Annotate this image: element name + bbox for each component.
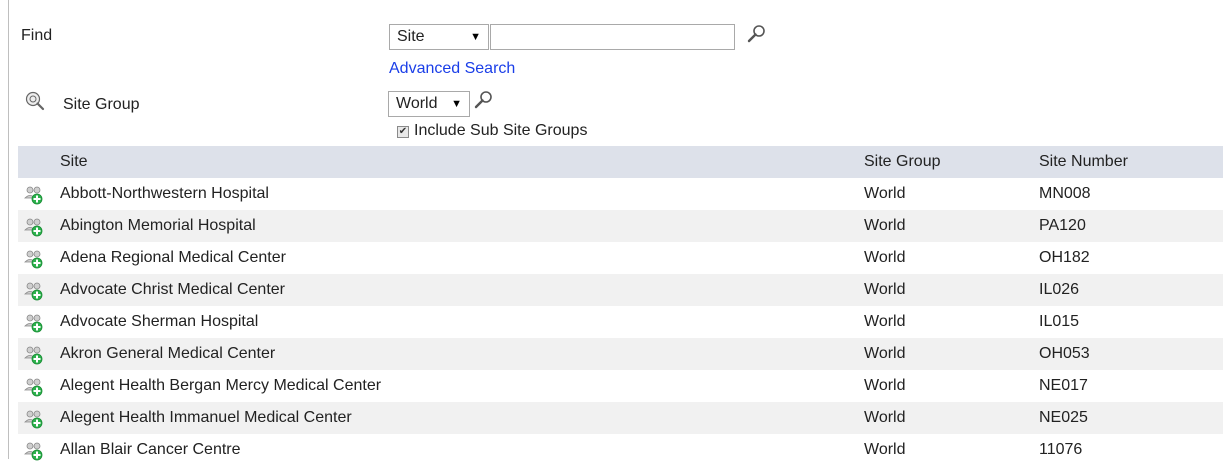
site-icon[interactable] <box>23 216 45 238</box>
site-group-cell: World <box>864 313 906 330</box>
site-number-cell: 11076 <box>1039 441 1083 458</box>
site-group-cell: World <box>864 377 906 394</box>
table-row[interactable]: Advocate Christ Medical Center World IL026 <box>18 274 1223 306</box>
header-site-group[interactable]: Site Group <box>864 146 940 178</box>
site-group-cell: World <box>864 217 906 234</box>
include-sub-label: Include Sub Site Groups <box>414 122 588 139</box>
left-divider <box>8 0 9 459</box>
site-name-cell[interactable]: Alegent Health Immanuel Medical Center <box>60 402 352 434</box>
advanced-search-link[interactable]: Advanced Search <box>389 60 515 77</box>
site-number-cell: IL015 <box>1039 313 1080 330</box>
site-group-search-icon[interactable] <box>472 89 494 111</box>
site-group-cell: World <box>864 409 906 426</box>
site-icon[interactable] <box>23 376 45 398</box>
site-group-icon[interactable] <box>24 90 46 112</box>
header-site-number[interactable]: Site Number <box>1039 146 1128 178</box>
site-group-cell: World <box>864 185 906 202</box>
site-name-cell[interactable]: Adena Regional Medical Center <box>60 242 286 274</box>
site-icon[interactable] <box>23 408 45 430</box>
table-row[interactable]: Allan Blair Cancer Centre World 11076 <box>18 434 1223 466</box>
site-name-cell[interactable]: Advocate Sherman Hospital <box>60 306 258 338</box>
site-number-cell: NE025 <box>1039 409 1088 426</box>
dropdown-arrow-icon: ▼ <box>451 98 462 110</box>
site-number-cell: OH053 <box>1039 345 1090 362</box>
site-number-cell: IL026 <box>1039 281 1080 298</box>
site-name-cell[interactable]: Abbott-Northwestern Hospital <box>60 178 269 210</box>
header-site[interactable]: Site <box>60 146 88 178</box>
table-row[interactable]: Akron General Medical Center World OH053 <box>18 338 1223 370</box>
table-row[interactable]: Abington Memorial Hospital World PA120 <box>18 210 1223 242</box>
table-row[interactable]: Adena Regional Medical Center World OH182 <box>18 242 1223 274</box>
site-number-cell: MN008 <box>1039 185 1091 202</box>
site-icon[interactable] <box>23 184 45 206</box>
table-row[interactable]: Advocate Sherman Hospital World IL015 <box>18 306 1223 338</box>
search-icon[interactable] <box>745 23 767 45</box>
table-body: Abbott-Northwestern Hospital World MN008 Ab… <box>18 178 1223 466</box>
site-group-select[interactable]: World ▼ <box>388 91 470 117</box>
search-input[interactable] <box>490 24 735 50</box>
site-group-label: Site Group <box>63 96 140 113</box>
table-row[interactable]: Alegent Health Bergan Mercy Medical Cent… <box>18 370 1223 402</box>
site-name-cell[interactable]: Abington Memorial Hospital <box>60 210 256 242</box>
site-icon[interactable] <box>23 280 45 302</box>
site-name-cell[interactable]: Allan Blair Cancer Centre <box>60 434 241 466</box>
sites-table: Site Site Group Site Number Abbott-North… <box>18 146 1223 466</box>
search-type-select[interactable]: Site ▼ <box>389 24 489 50</box>
find-label: Find <box>21 27 53 44</box>
search-type-value: Site <box>397 28 425 45</box>
table-header: Site Site Group Site Number <box>18 146 1223 178</box>
site-name-cell[interactable]: Alegent Health Bergan Mercy Medical Cent… <box>60 370 381 402</box>
site-group-value: World <box>396 95 438 112</box>
site-group-cell: World <box>864 281 906 298</box>
site-group-cell: World <box>864 249 906 266</box>
include-sub-checkbox[interactable]: ✔ <box>397 126 409 138</box>
dropdown-arrow-icon: ▼ <box>470 31 481 43</box>
site-icon[interactable] <box>23 312 45 334</box>
table-row[interactable]: Alegent Health Immanuel Medical Center Wo… <box>18 402 1223 434</box>
site-group-cell: World <box>864 345 906 362</box>
site-group-cell: World <box>864 441 906 458</box>
site-number-cell: OH182 <box>1039 249 1090 266</box>
site-number-cell: PA120 <box>1039 217 1086 234</box>
site-icon[interactable] <box>23 248 45 270</box>
site-name-cell[interactable]: Akron General Medical Center <box>60 338 275 370</box>
site-icon[interactable] <box>23 344 45 366</box>
site-name-cell[interactable]: Advocate Christ Medical Center <box>60 274 285 306</box>
site-number-cell: NE017 <box>1039 377 1088 394</box>
table-row[interactable]: Abbott-Northwestern Hospital World MN008 <box>18 178 1223 210</box>
